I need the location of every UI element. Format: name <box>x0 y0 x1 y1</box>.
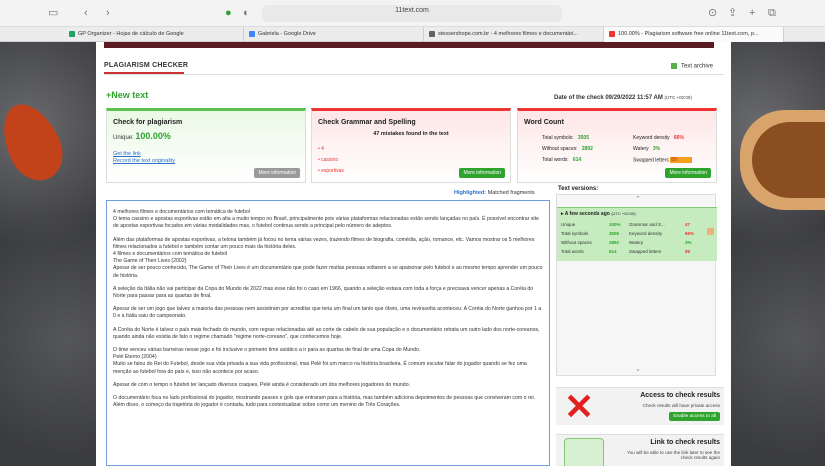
page-title: PLAGIARISM CHECKER <box>104 62 189 69</box>
word-count-card: Word Count Total symbols: 3505 Without s… <box>517 108 717 183</box>
download-icon[interactable]: ⊙ <box>708 6 717 20</box>
url-text: 11text.com <box>395 7 429 14</box>
link-text: You will be able to use the link later t… <box>626 450 720 460</box>
scroll-up-icon[interactable]: ⌃ <box>635 195 641 203</box>
link-title: Link to check results <box>650 439 720 446</box>
sidebar-toggle-icon[interactable]: ▭ <box>48 6 58 20</box>
plagiarism-card: Check for plagiarism Unique: 100.00% Get… <box>106 108 306 183</box>
divider <box>104 74 724 75</box>
version-unique: Unique <box>561 222 576 227</box>
watery[interactable]: Watery 3% <box>633 146 660 152</box>
text-versions-label: Text versions: <box>558 186 599 192</box>
record-originality-link[interactable]: Record the text originality <box>113 158 175 164</box>
tab-bar: GP Organizer - Hojas de cálculo de Googl… <box>0 27 825 42</box>
version-unique-value: 100% <box>609 222 621 227</box>
text-paragraph: Além das plataformas de apostas esportiv… <box>113 236 543 279</box>
plagiarism-title: Check for plagiarism <box>113 119 183 126</box>
version-swapped: Swapped letters <box>629 249 662 254</box>
text-paragraph: O time venceu várias barreiras nesse jog… <box>113 347 527 375</box>
access-text: Check results will have private access <box>642 403 720 408</box>
word-count-more-button[interactable]: More information <box>665 168 711 178</box>
total-symbols: Total symbols: 3505 <box>542 135 589 141</box>
version-spaces-value: 2892 <box>609 240 620 245</box>
browser-toolbar: ▭ ‹ › ● ◐ 11text.com ⊙ ⇪ + ⧉ <box>0 0 825 27</box>
new-text-button[interactable]: +New text <box>106 90 148 100</box>
scroll-down-icon[interactable]: ⌄ <box>635 365 641 373</box>
version-symbols: Total symbols <box>561 231 589 236</box>
text-versions-panel: ⌃ ▸ A few seconds ago (UTC +02:00) Uniqu… <box>556 194 717 376</box>
version-item[interactable]: ▸ A few seconds ago (UTC +02:00) Unique … <box>557 207 717 261</box>
link-promo: Link to check results You will be able t… <box>556 434 724 466</box>
address-bar[interactable]: 11text.com <box>262 5 562 22</box>
grammar-item[interactable]: • 4 <box>318 146 324 152</box>
grammar-card: Check Grammar and Spelling 47 mistakes f… <box>311 108 511 183</box>
sheets-icon <box>69 30 75 37</box>
tab-plagiarism[interactable]: 100.00% - Plagiarism software free onlin… <box>604 27 784 42</box>
tab-gp-organizer[interactable]: GP Organizer - Hojas de cálculo de Googl… <box>64 27 244 42</box>
tab-stessershope[interactable]: stessershope.com.br - 4 melhores filmes … <box>424 27 604 42</box>
main-page: PLAGIARISM CHECKER Text archive +New tex… <box>96 42 731 466</box>
text-archive-link[interactable]: Text archive <box>671 63 713 70</box>
unique-score: Unique: 100.00% <box>113 131 171 141</box>
view-mode-toggle[interactable]: Highlighted: Matched fragments <box>454 190 535 196</box>
tab-google-drive[interactable]: Gabriela - Google Drive <box>244 27 424 42</box>
drive-icon <box>249 30 255 37</box>
get-link[interactable]: Get the link <box>113 151 141 157</box>
delete-version-icon[interactable] <box>707 228 714 235</box>
version-time: ▸ A few seconds ago (UTC +02:00) <box>561 211 636 217</box>
grammar-item[interactable]: • esportivas <box>318 168 344 174</box>
version-words-value: 614 <box>609 249 617 254</box>
version-symbols-value: 3505 <box>609 231 620 236</box>
swapped-letters[interactable]: Swapped letters 89 <box>633 157 693 163</box>
text-paragraph: O documentário foca no lado profissional… <box>113 395 536 409</box>
version-grammar-value: 47 <box>685 222 691 227</box>
background-left <box>0 42 96 466</box>
version-density: Keyword density <box>629 231 663 236</box>
without-spaces: Without spaces: 2892 <box>542 146 593 152</box>
back-icon[interactable]: ‹ <box>84 6 88 20</box>
extension-icon[interactable]: ● <box>225 6 232 20</box>
text-editor[interactable]: 4 melhores filmes e documentários com te… <box>106 200 550 466</box>
version-words: Total words <box>561 249 584 254</box>
forward-icon[interactable]: › <box>106 6 110 20</box>
enable-access-button[interactable]: Enable access to all <box>669 412 720 421</box>
tab-overview-icon[interactable]: ⧉ <box>768 6 776 20</box>
grammar-title: Check Grammar and Spelling <box>318 119 416 126</box>
background-right <box>731 42 825 466</box>
matched-fragments[interactable]: Matched fragments <box>488 190 535 196</box>
version-watery: Watery <box>629 240 644 245</box>
site-icon <box>609 30 615 37</box>
version-swapped-value: 89 <box>685 249 691 254</box>
no-access-icon: ✕ <box>564 386 595 427</box>
page-icon <box>429 30 435 37</box>
text-paragraph: A seleção da Itália não vai participar d… <box>113 285 534 300</box>
version-spaces: Without spaces <box>561 240 592 245</box>
grammar-more-button[interactable]: More information <box>459 168 505 178</box>
access-title: Access to check results <box>640 392 720 399</box>
archive-icon <box>671 63 677 69</box>
mistakes-count: 47 mistakes found in the text <box>373 131 449 137</box>
shield-icon[interactable]: ◐ <box>243 6 250 20</box>
keyword-density[interactable]: Keyword density 66% <box>633 135 684 141</box>
version-watery-value: 3% <box>685 240 692 245</box>
text-paragraph: Apesar de com o tempo o futebol ter lanç… <box>113 381 411 388</box>
access-promo: ✕ Access to check results Check results … <box>556 387 724 425</box>
total-words: Total words: 614 <box>542 157 582 163</box>
coffee-image <box>752 122 825 198</box>
text-paragraph: A Coréia do Norte é talvez o país mais f… <box>113 326 540 340</box>
grammar-item[interactable]: • cassino <box>318 157 338 163</box>
check-date: Date of the check 09/29/2022 11:57 AM (U… <box>554 95 692 101</box>
leaf-image <box>0 94 73 190</box>
word-count-title: Word Count <box>524 119 564 126</box>
new-tab-icon[interactable]: + <box>749 6 755 20</box>
version-density-value: 66% <box>685 231 695 236</box>
text-paragraph: Apesar de ser um jogo que talvez a maior… <box>113 306 542 320</box>
plagiarism-more-button[interactable]: More information <box>254 168 300 178</box>
share-icon[interactable]: ⇪ <box>728 6 737 20</box>
text-paragraph: 4 melhores filmes e documentários com te… <box>113 209 539 230</box>
header-banner <box>104 42 714 48</box>
text-content: 4 melhores filmes e documentários com te… <box>113 209 543 415</box>
link-icon <box>564 438 604 466</box>
version-grammar: Grammar and S... <box>629 222 665 227</box>
